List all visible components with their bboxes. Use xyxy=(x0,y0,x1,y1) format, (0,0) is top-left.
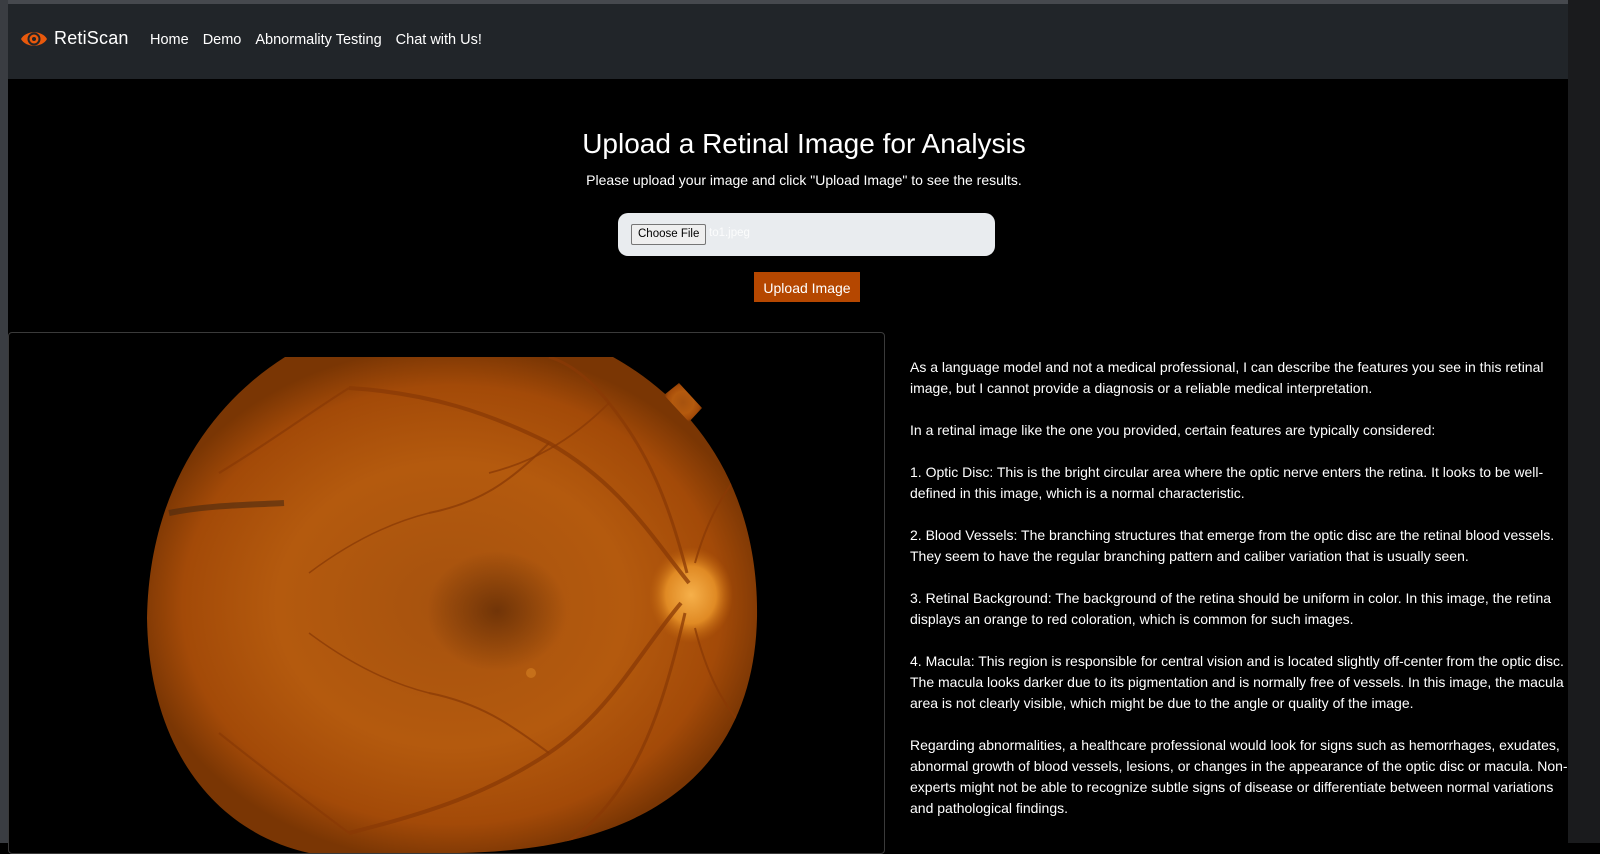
navbar: RetiScan Home Demo Abnormality Testing C… xyxy=(8,4,1568,79)
analysis-paragraph: Regarding abnormalities, a healthcare pr… xyxy=(910,737,1568,816)
analysis-paragraph: 2. Blood Vessels: The branching structur… xyxy=(910,527,1555,564)
page-subtitle: Please upload your image and click "Uplo… xyxy=(586,172,1022,188)
analysis-paragraph: 3. Retinal Background: The background of… xyxy=(910,590,1552,627)
analysis-paragraph: 4. Macula: This region is responsible fo… xyxy=(910,653,1564,711)
nav-link-abnormality-testing[interactable]: Abnormality Testing xyxy=(255,32,381,48)
nav-link-chat[interactable]: Chat with Us! xyxy=(396,32,482,48)
nav-links: Home Demo Abnormality Testing Chat with … xyxy=(150,32,496,48)
analysis-result-text: As a language model and not a medical pr… xyxy=(910,357,1575,840)
choose-file-button[interactable]: Choose File xyxy=(631,224,707,245)
file-upload-field[interactable]: Choose File to1.jpeg xyxy=(618,213,995,256)
analysis-paragraph: In a retinal image like the one you prov… xyxy=(910,422,1436,438)
page-title: Upload a Retinal Image for Analysis xyxy=(582,128,1026,159)
retinal-image-panel xyxy=(8,332,885,854)
nav-link-home[interactable]: Home xyxy=(150,32,189,48)
brand[interactable]: RetiScan xyxy=(20,28,129,49)
retinal-fundus-image xyxy=(147,357,758,853)
analysis-paragraph: 1. Optic Disc: This is the bright circul… xyxy=(910,464,1544,501)
eye-icon xyxy=(20,29,48,49)
nav-link-demo[interactable]: Demo xyxy=(203,32,242,48)
brand-name: RetiScan xyxy=(54,28,129,48)
left-edge xyxy=(0,0,8,843)
selected-file-name: to1.jpeg xyxy=(709,227,750,239)
upload-image-button[interactable]: Upload Image xyxy=(754,272,860,302)
analysis-paragraph: As a language model and not a medical pr… xyxy=(910,359,1544,396)
